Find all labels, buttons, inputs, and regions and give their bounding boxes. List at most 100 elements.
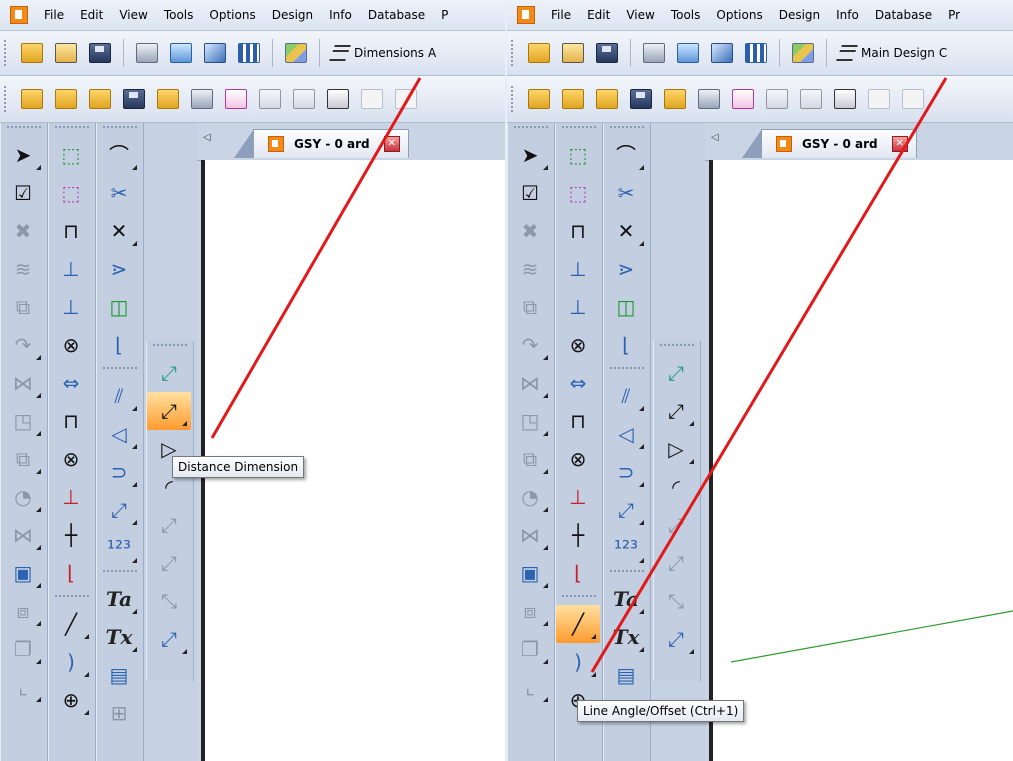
menu-edit[interactable]: Edit: [72, 8, 111, 22]
layer-selector[interactable]: Dimensions A: [326, 39, 442, 67]
diagonal-tool[interactable]: ⤢: [604, 491, 648, 529]
frame-button[interactable]: [188, 85, 216, 113]
dim-chain-tool[interactable]: ⤢: [654, 544, 698, 582]
corner-dim-tool[interactable]: ⌊: [556, 554, 600, 592]
opening-dims-tool[interactable]: ⇔: [49, 364, 93, 402]
dim-move-tool[interactable]: ⤢: [147, 506, 191, 544]
drawing-canvas[interactable]: [709, 160, 1013, 761]
circle-tool[interactable]: ⊕: [49, 681, 93, 719]
dim-break-tool[interactable]: ⤡: [147, 582, 191, 620]
paint-3-button[interactable]: [831, 85, 859, 113]
menu-options[interactable]: Options: [708, 8, 770, 22]
menu-options[interactable]: Options: [201, 8, 263, 22]
text-tool[interactable]: Ta: [97, 580, 141, 618]
paint-2-button[interactable]: [797, 85, 825, 113]
wall-outline-tool[interactable]: ⬚: [49, 136, 93, 174]
monitor-button[interactable]: [627, 85, 655, 113]
text-tool[interactable]: Ta: [604, 580, 648, 618]
print-preview-button[interactable]: [640, 39, 668, 67]
rotate-tool[interactable]: ↷: [1, 326, 45, 364]
array-tool[interactable]: ⧉: [1, 440, 45, 478]
save-button[interactable]: [86, 39, 114, 67]
print-preview-button[interactable]: [133, 39, 161, 67]
intersect-tool[interactable]: ✕: [97, 212, 141, 250]
document-tab[interactable]: GSY - 0 ard ✕: [234, 129, 409, 158]
window-tool[interactable]: ⊥: [556, 250, 600, 288]
intersect-tool[interactable]: ✕: [604, 212, 648, 250]
tab-close-icon[interactable]: ✕: [891, 136, 908, 152]
open-button[interactable]: [18, 39, 46, 67]
move-button[interactable]: [154, 85, 182, 113]
layer-stack-tool[interactable]: ≋: [508, 250, 552, 288]
wall-split-tool[interactable]: ⊥: [49, 478, 93, 516]
paint-2-button[interactable]: [290, 85, 318, 113]
3d-box-tool[interactable]: ▣: [508, 554, 552, 592]
curve-tool[interactable]: ⊃: [604, 453, 648, 491]
rotate-tool[interactable]: ↷: [508, 326, 552, 364]
image-tool[interactable]: ▤: [604, 656, 648, 694]
wall-delete-tool[interactable]: ⊗: [49, 440, 93, 478]
menu-file[interactable]: File: [543, 8, 579, 22]
insert-3-button[interactable]: [86, 85, 114, 113]
toolbar-grip[interactable]: [103, 570, 137, 580]
triangle-tool[interactable]: ◁: [604, 415, 648, 453]
insert-button[interactable]: [18, 85, 46, 113]
home-button[interactable]: [52, 39, 80, 67]
menu-database[interactable]: Database: [867, 8, 940, 22]
radius-dimension-tool[interactable]: ◜: [654, 468, 698, 506]
door-swing-tool[interactable]: ⊓: [49, 402, 93, 440]
fillet-tool[interactable]: ⌒: [97, 136, 141, 174]
angle-dimension-tool[interactable]: ▷: [654, 430, 698, 468]
corner-dim-tool[interactable]: ⌊: [49, 554, 93, 592]
delete-opening-tool[interactable]: ⊗: [49, 326, 93, 364]
fill-button[interactable]: [222, 85, 250, 113]
parallel-tool[interactable]: ⫽: [97, 377, 141, 415]
dim-chain-tool[interactable]: ⤢: [147, 544, 191, 582]
auto-dimension-tool[interactable]: ⤢: [147, 354, 191, 392]
menu-tools[interactable]: Tools: [156, 8, 202, 22]
parallel-tool[interactable]: ⫽: [604, 377, 648, 415]
pattern-tool[interactable]: ⊞: [97, 694, 141, 732]
door-swing-tool[interactable]: ⊓: [556, 402, 600, 440]
fillet-tool[interactable]: ⌒: [604, 136, 648, 174]
curve-tool[interactable]: ⊃: [97, 453, 141, 491]
toolbar-grip[interactable]: [55, 126, 89, 136]
diagonal-tool[interactable]: ⤢: [97, 491, 141, 529]
text-x-tool[interactable]: Tx: [97, 618, 141, 656]
room-tool[interactable]: ⬚: [49, 174, 93, 212]
offset-tool[interactable]: ⋈: [1, 516, 45, 554]
menu-database[interactable]: Database: [360, 8, 433, 22]
menu-view[interactable]: View: [111, 8, 155, 22]
copy-button[interactable]: [865, 85, 893, 113]
mirror-tool[interactable]: ⋈: [1, 364, 45, 402]
delete-tool[interactable]: ✖: [508, 212, 552, 250]
scale-tool[interactable]: ◳: [1, 402, 45, 440]
menu-truncated[interactable]: Pr: [940, 8, 968, 22]
break-tool[interactable]: ◫: [97, 288, 141, 326]
copy-tool[interactable]: ⧉: [1, 288, 45, 326]
text-x-tool[interactable]: Tx: [604, 618, 648, 656]
paint-button[interactable]: [763, 85, 791, 113]
toolbar-grip[interactable]: [511, 86, 517, 112]
line-angle-offset-tool[interactable]: ╱: [556, 605, 600, 643]
toolbar-grip[interactable]: [55, 595, 89, 605]
select-tool[interactable]: ➤: [1, 136, 45, 174]
toolbar-grip[interactable]: [511, 40, 517, 66]
cross-tool[interactable]: ┼: [49, 516, 93, 554]
delete-opening-tool[interactable]: ⊗: [556, 326, 600, 364]
room-tool[interactable]: ⬚: [556, 174, 600, 212]
line-tool[interactable]: ╱: [49, 605, 93, 643]
menu-info[interactable]: Info: [321, 8, 360, 22]
stair-tool[interactable]: ⌊: [97, 326, 141, 364]
multi-select-tool[interactable]: ☑: [508, 174, 552, 212]
elevation-button[interactable]: [742, 39, 770, 67]
toolbar-grip[interactable]: [562, 595, 596, 605]
opening-tool[interactable]: ⊥: [49, 288, 93, 326]
trim-tool[interactable]: ✂: [604, 174, 648, 212]
3d-view-button[interactable]: [201, 39, 229, 67]
tab-scroll-left-icon[interactable]: ◁: [711, 132, 719, 143]
frame-button[interactable]: [695, 85, 723, 113]
menu-design[interactable]: Design: [771, 8, 828, 22]
toolbar-grip[interactable]: [610, 570, 644, 580]
door-tool[interactable]: ⊓: [49, 212, 93, 250]
